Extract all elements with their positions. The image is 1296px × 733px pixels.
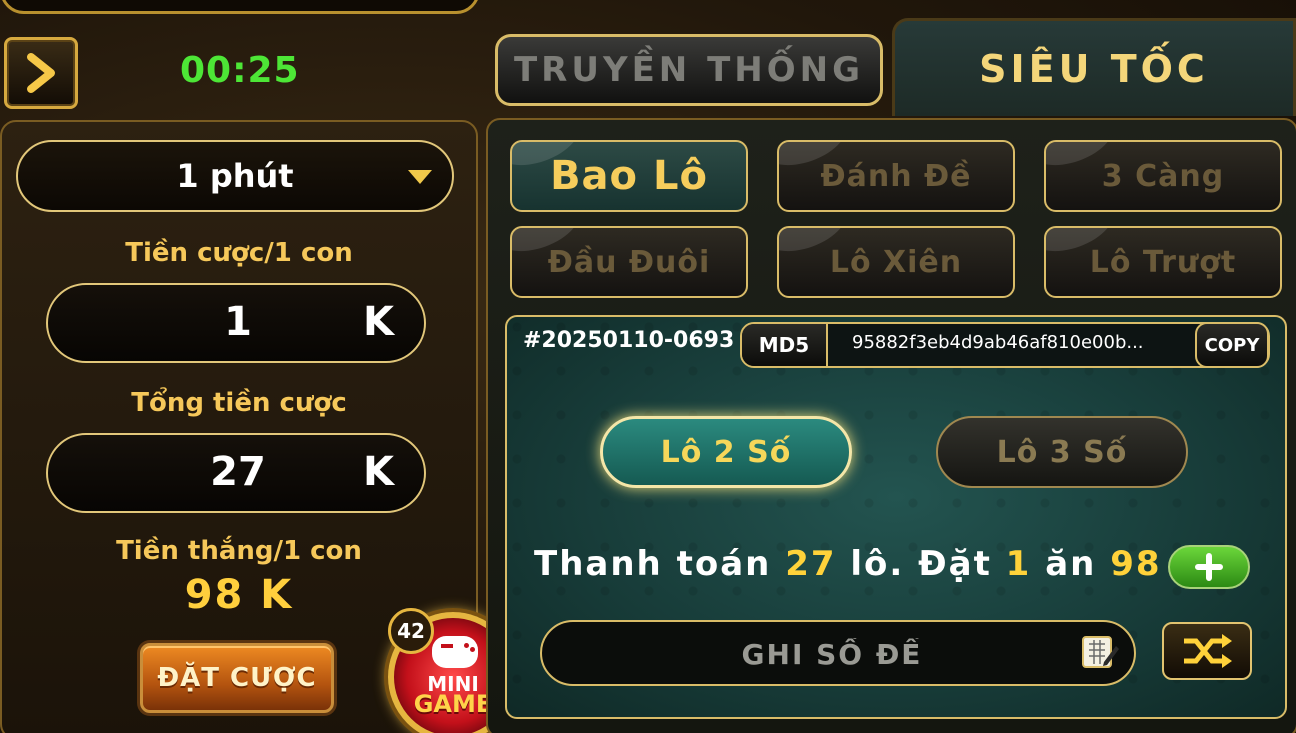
duration-select[interactable]: 1 phút — [16, 140, 454, 212]
win-per-label: Tiền thắng/1 con — [116, 536, 362, 566]
game-screen: 00:25 TRUYỀN THỐNG SIÊU TỐC 1 phút Tiền … — [0, 0, 1296, 733]
number-input-wrapper — [540, 620, 1136, 686]
payment-prefix: Thanh toán — [534, 544, 772, 584]
mini-game-badge: 42 — [388, 608, 434, 654]
session-id: #20250110-0693 — [523, 328, 735, 353]
chevron-right-icon — [27, 53, 55, 93]
copy-button[interactable]: COPY — [1195, 322, 1269, 368]
mode-danh-de[interactable]: Đánh Đề — [777, 140, 1015, 212]
edit-grid-icon[interactable] — [1080, 632, 1120, 672]
mode-dau-duoi[interactable]: Đầu Đuôi — [510, 226, 748, 298]
bet-per-field[interactable]: 1 K — [46, 283, 426, 363]
mode-3-cang[interactable]: 3 Càng — [1044, 140, 1282, 212]
total-bet-unit: K — [363, 449, 394, 495]
back-button[interactable] — [4, 37, 78, 109]
bet-per-label: Tiền cược/1 con — [125, 238, 353, 268]
mode-lo-xien[interactable]: Lô Xiên — [777, 226, 1015, 298]
mode-bao-lo[interactable]: Bao Lô — [510, 140, 748, 212]
place-bet-button[interactable]: ĐẶT CƯỢC — [140, 643, 334, 713]
total-bet-label: Tổng tiền cược — [131, 388, 347, 418]
payment-mid: lô. Đặt — [850, 544, 992, 584]
place-bet-label: ĐẶT CƯỢC — [157, 663, 317, 693]
mode-lo-truot[interactable]: Lô Trượt — [1044, 226, 1282, 298]
md5-label: MD5 — [742, 324, 828, 366]
shuffle-button[interactable] — [1162, 622, 1252, 680]
hash-value: 95882f3eb4d9ab46af810e00b... — [852, 332, 1144, 353]
total-bet-field: 27 K — [46, 433, 426, 513]
bet-per-unit: K — [363, 299, 394, 345]
payment-eat: ăn — [1045, 544, 1097, 584]
top-ornament — [0, 0, 480, 14]
tab-fast[interactable]: SIÊU TỐC — [892, 18, 1296, 116]
caret-down-icon — [408, 170, 432, 184]
tab-traditional[interactable]: TRUYỀN THỐNG — [495, 34, 883, 106]
total-bet-value: 27 — [210, 449, 266, 495]
plus-icon — [1195, 553, 1223, 581]
add-button[interactable] — [1168, 545, 1250, 589]
countdown-timer: 00:25 — [180, 50, 300, 91]
option-lo-2-so[interactable]: Lô 2 Số — [600, 416, 852, 488]
bet-per-value: 1 — [224, 299, 252, 345]
payment-stake: 1 — [1005, 544, 1032, 584]
payment-count: 27 — [785, 544, 837, 584]
shuffle-icon — [1184, 634, 1232, 668]
payment-summary: Thanh toán 27 lô. Đặt 1 ăn 98 — [534, 544, 1160, 592]
gamepad-icon — [432, 636, 478, 668]
option-lo-3-so[interactable]: Lô 3 Số — [936, 416, 1188, 488]
duration-value: 1 phút — [176, 157, 294, 195]
payment-win: 98 — [1110, 544, 1162, 584]
number-input[interactable] — [572, 632, 1092, 676]
